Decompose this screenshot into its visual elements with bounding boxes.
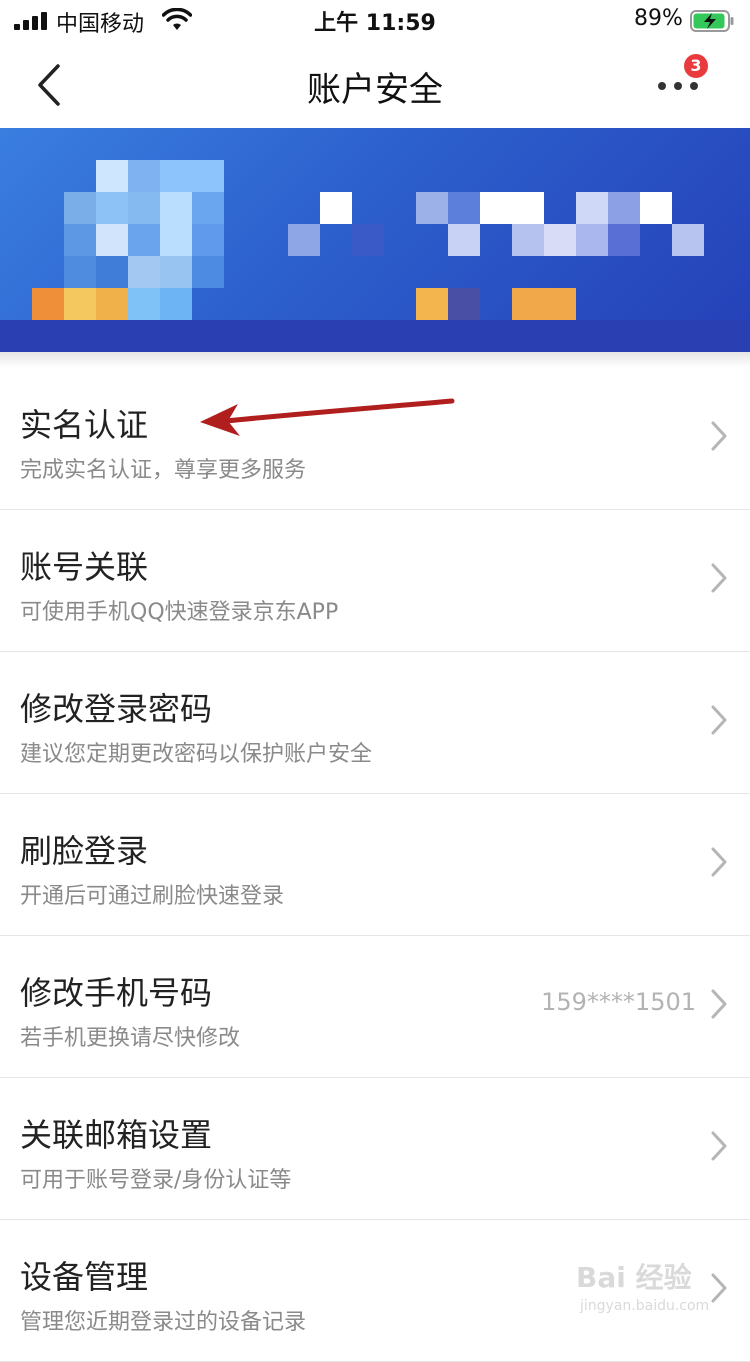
- item-subtitle: 完成实名认证，尊享更多服务: [20, 458, 307, 483]
- settings-list: 实名认证 完成实名认证，尊享更多服务 账号关联 可使用手机QQ快速登录京东APP…: [0, 368, 750, 1362]
- watermark-text: Bai 经验: [576, 1261, 692, 1294]
- list-item-account-linking[interactable]: 账号关联 可使用手机QQ快速登录京东APP: [0, 510, 750, 652]
- item-subtitle: 管理您近期登录过的设备记录: [20, 1310, 307, 1335]
- account-banner[interactable]: [0, 128, 750, 352]
- item-subtitle: 可用于账号登录/身份认证等: [20, 1168, 292, 1193]
- item-title: 刷脸登录: [20, 832, 149, 870]
- phone-number-value: 159****1501: [541, 988, 696, 1016]
- list-item-change-password[interactable]: 修改登录密码 建议您定期更改密码以保护账户安全: [0, 652, 750, 794]
- annotation-arrow-icon: [200, 398, 455, 436]
- battery-percentage: 89%: [634, 6, 683, 31]
- chevron-right-icon: [711, 1131, 727, 1161]
- item-title: 设备管理: [20, 1258, 149, 1296]
- battery-charging-icon: [690, 10, 734, 32]
- chevron-right-icon: [711, 847, 727, 877]
- page-title: 账户安全: [307, 70, 443, 110]
- item-title: 修改手机号码: [20, 974, 213, 1012]
- chevron-right-icon: [711, 421, 727, 451]
- baidu-jingyan-watermark: Bai 经验 jingyan.baidu.com: [576, 1252, 736, 1322]
- chevron-right-icon: [711, 563, 727, 593]
- watermark-url: jingyan.baidu.com: [580, 1298, 710, 1314]
- item-subtitle: 可使用手机QQ快速登录京东APP: [20, 600, 339, 625]
- list-item-change-phone[interactable]: 修改手机号码 若手机更换请尽快修改 159****1501: [0, 936, 750, 1078]
- list-item-face-login[interactable]: 刷脸登录 开通后可通过刷脸快速登录: [0, 794, 750, 936]
- item-title: 账号关联: [20, 548, 149, 586]
- banner-shadow: [0, 352, 750, 368]
- list-item-email-settings[interactable]: 关联邮箱设置 可用于账号登录/身份认证等: [0, 1078, 750, 1220]
- item-title: 关联邮箱设置: [20, 1116, 213, 1154]
- notification-badge: 3: [684, 54, 708, 78]
- item-subtitle: 开通后可通过刷脸快速登录: [20, 884, 285, 909]
- status-bar: 中国移动 上午 11:59 89%: [0, 0, 750, 44]
- chevron-right-icon: [711, 705, 727, 735]
- chevron-right-icon: [711, 989, 727, 1019]
- navigation-bar: 账户安全: [0, 44, 750, 128]
- item-subtitle: 建议您定期更改密码以保护账户安全: [20, 742, 373, 767]
- item-subtitle: 若手机更换请尽快修改: [20, 1026, 241, 1051]
- item-title: 实名认证: [20, 406, 149, 444]
- item-title: 修改登录密码: [20, 690, 213, 728]
